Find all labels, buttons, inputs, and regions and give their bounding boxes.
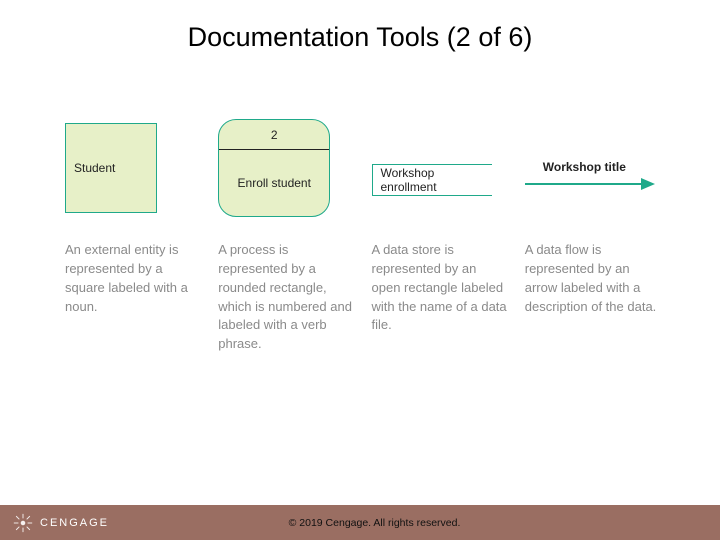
arrow-icon [525,176,655,192]
entity-desc: An external entity is represented by a s… [65,241,200,316]
datastore-symbol: Workshop enrollment [372,164,492,196]
brand-text: CENGAGE [40,517,109,529]
process-symbol-wrap: 2 Enroll student [218,113,353,223]
entity-symbol-wrap: Student [65,113,200,223]
copyright-text: © 2019 Cengage. All rights reserved. [109,517,720,529]
brand-logo: CENGAGE [0,512,109,534]
process-label: Enroll student [219,150,329,216]
datastore-label: Workshop enrollment [381,166,492,194]
footer-bar: CENGAGE © 2019 Cengage. All rights reser… [0,505,720,540]
flow-desc: A data flow is represented by an arrow l… [525,241,660,316]
dataflow-symbol: Workshop title [525,160,655,192]
starburst-icon [12,512,34,534]
entity-cell: Student An external entity is represente… [65,113,200,354]
datastore-cell: Workshop enrollment A data store is repr… [372,113,507,354]
entity-label: Student [74,161,115,175]
flow-label: Workshop title [525,160,626,174]
flow-cell: Workshop title A data flow is represente… [525,113,660,354]
datastore-desc: A data store is represented by an open r… [372,241,507,335]
process-cell: 2 Enroll student A process is represente… [218,113,353,354]
diagram-row: Student An external entity is represente… [0,53,720,354]
page-title: Documentation Tools (2 of 6) [0,0,720,53]
process-desc: A process is represented by a rounded re… [218,241,353,354]
datastore-symbol-wrap: Workshop enrollment [372,113,507,223]
process-number: 2 [219,120,329,150]
external-entity-symbol: Student [65,123,157,213]
process-symbol: 2 Enroll student [218,119,330,217]
flow-symbol-wrap: Workshop title [525,113,660,223]
